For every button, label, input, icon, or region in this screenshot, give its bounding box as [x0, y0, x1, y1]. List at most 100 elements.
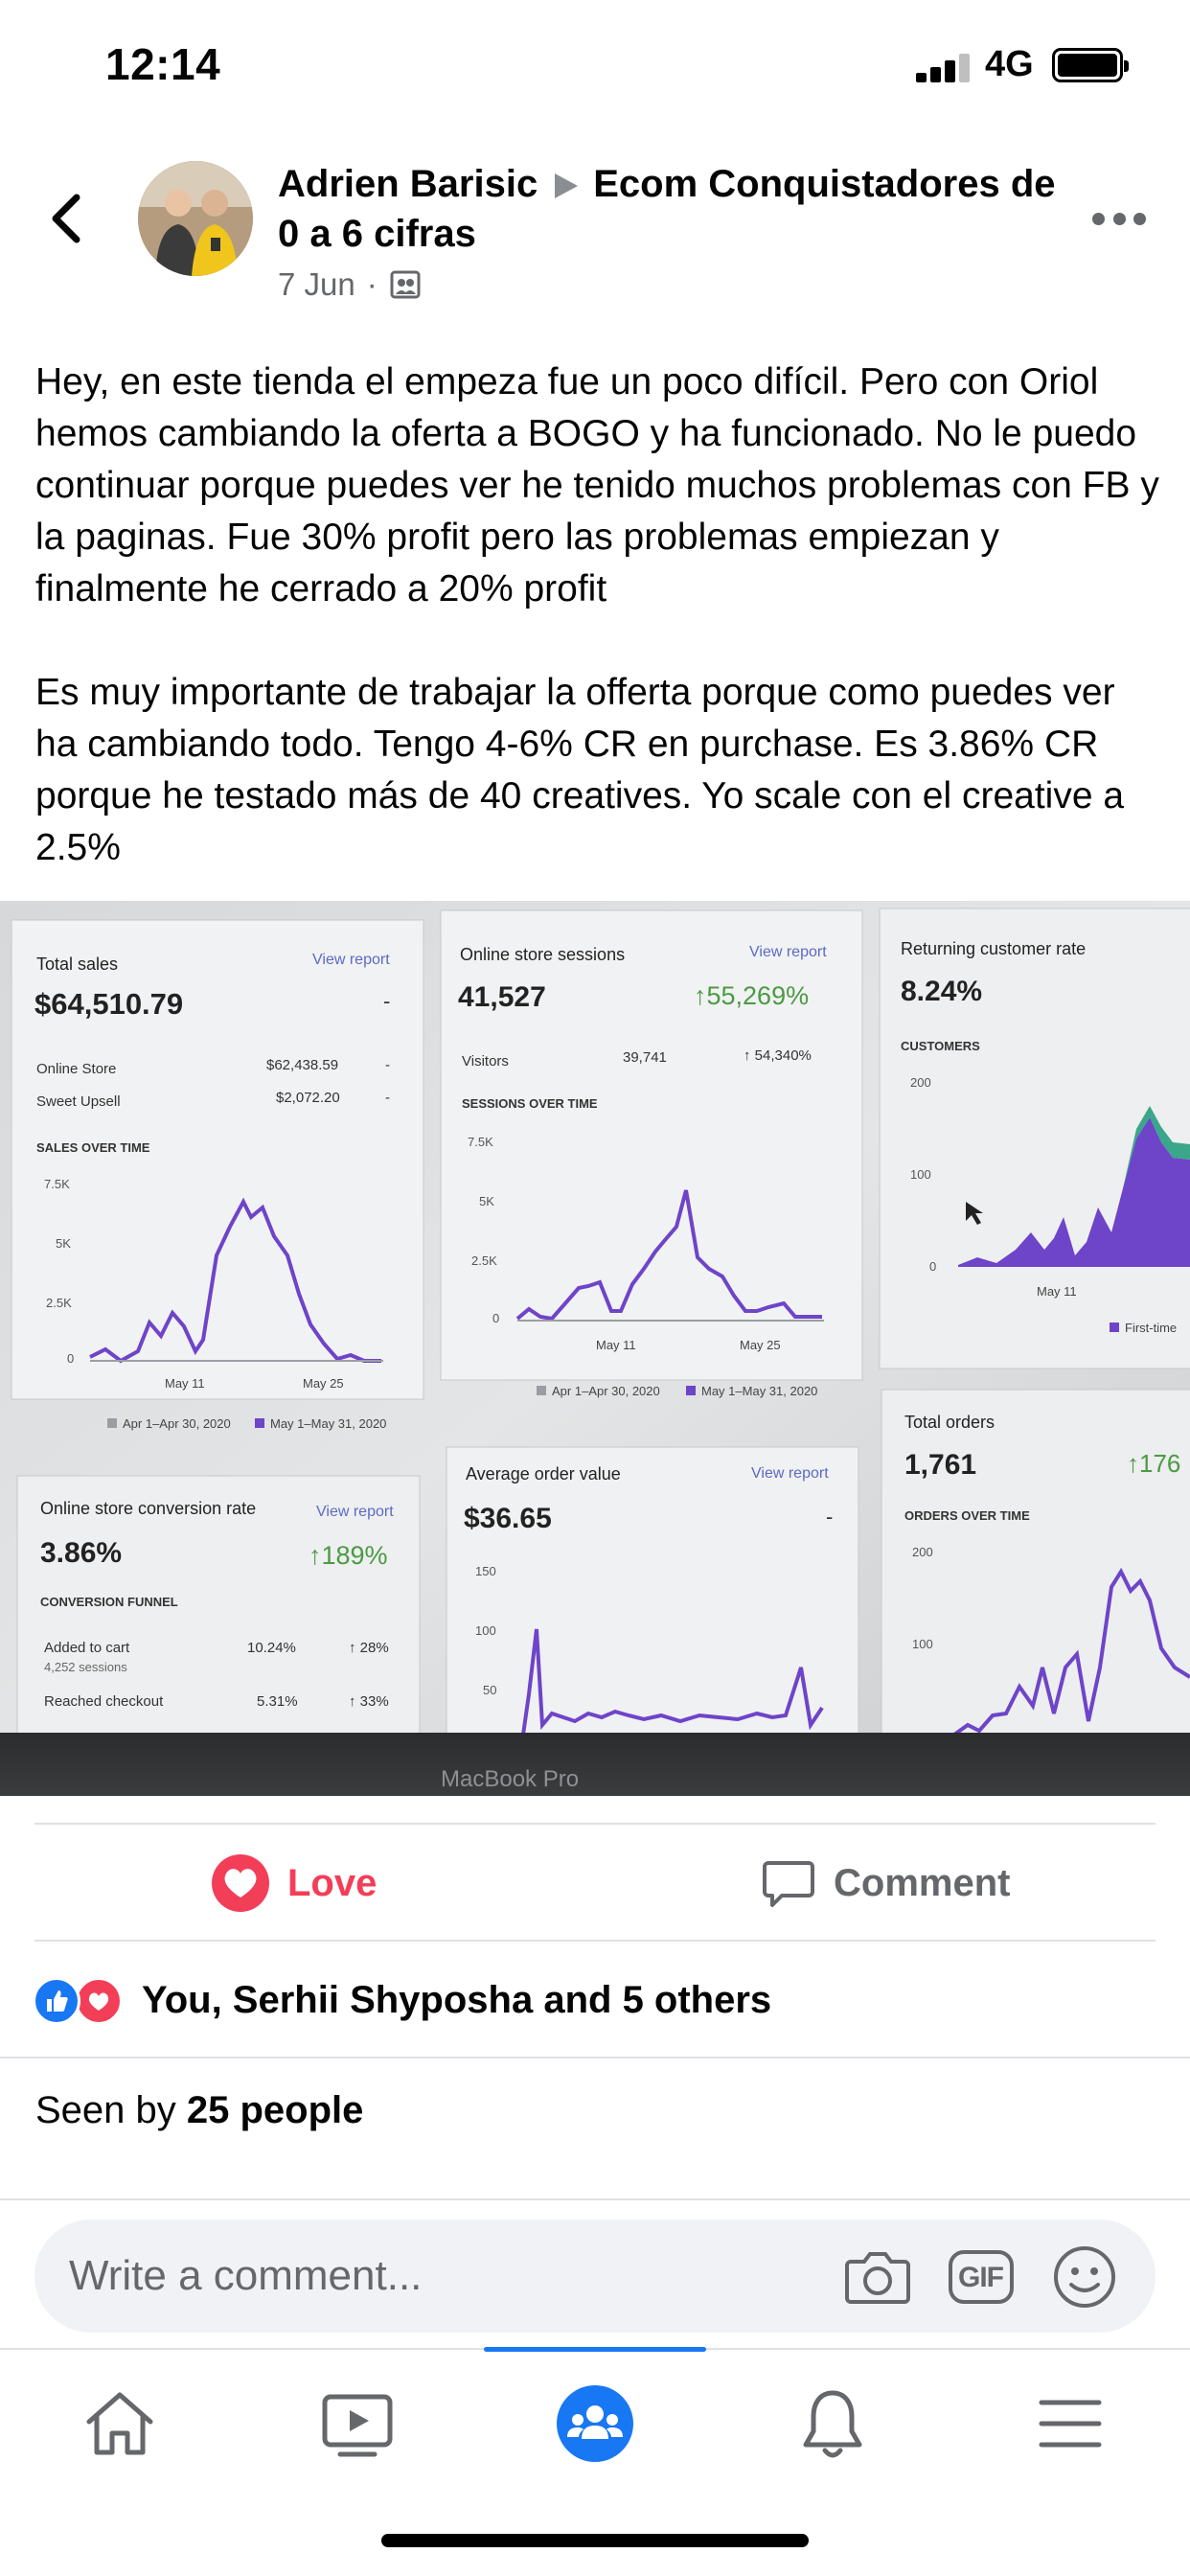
- orders-title: Total orders: [904, 1413, 995, 1432]
- total-sales-row-label: Sweet Upsell: [36, 1093, 121, 1110]
- returning-rate-title: Returning customer rate: [901, 939, 1086, 958]
- y-tick: 100: [910, 1167, 931, 1182]
- tab-notifications[interactable]: [780, 2371, 885, 2476]
- more-dots-icon: [1092, 213, 1105, 225]
- aov-title: Average order value: [466, 1464, 621, 1484]
- conversion-change: ↑189%: [309, 1541, 388, 1570]
- y-tick: 50: [483, 1683, 496, 1697]
- post-meta: 7 Jun ·: [278, 266, 422, 303]
- funnel-row-change: ↑ 28%: [349, 1640, 389, 1656]
- home-indicator[interactable]: [381, 2534, 809, 2547]
- group-members-icon: [390, 270, 421, 299]
- post-photo[interactable]: Total sales View report $64,510.79 - Onl…: [0, 901, 1190, 1796]
- y-tick: 100: [912, 1637, 933, 1651]
- orders-change: ↑176: [1127, 1449, 1180, 1478]
- funnel-row-value: 10.24%: [247, 1640, 296, 1656]
- conversion-value: 3.86%: [40, 1537, 122, 1569]
- x-tick: May 11: [1037, 1284, 1077, 1299]
- funnel-row-value: 5.31%: [257, 1693, 298, 1710]
- post-paragraph: Es muy importante de trabajar la offerta…: [35, 672, 1125, 868]
- sessions-view-report: View report: [749, 944, 827, 960]
- sessions-title: Online store sessions: [460, 945, 625, 964]
- seen-prefix: Seen by: [35, 2089, 187, 2131]
- sessions-over-time-label: SESSIONS OVER TIME: [462, 1096, 598, 1111]
- network-type: 4G: [985, 44, 1034, 84]
- comment-icon: [763, 1861, 814, 1907]
- orders-over-time-label: ORDERS OVER TIME: [904, 1508, 1030, 1523]
- legend-label: Apr 1–Apr 30, 2020: [552, 1384, 660, 1398]
- meta-separator: ·: [366, 266, 378, 302]
- divider: [34, 1940, 1156, 1942]
- orders-value: 1,761: [904, 1449, 976, 1481]
- visitors-change: ↑ 54,340%: [744, 1047, 812, 1064]
- divider: [0, 2198, 1190, 2200]
- comment-button[interactable]: Comment: [761, 1850, 1010, 1917]
- like-icon: [33, 1977, 80, 2025]
- sessions-value: 41,527: [458, 981, 546, 1013]
- gif-button[interactable]: GIF: [947, 2242, 1016, 2310]
- post-body: Hey, en este tienda el empeza fue un poc…: [35, 356, 1166, 926]
- y-tick: 2.5K: [471, 1254, 497, 1268]
- customers-label: CUSTOMERS: [901, 1039, 980, 1053]
- back-button[interactable]: [44, 190, 92, 247]
- conversion-funnel-label: CONVERSION FUNNEL: [40, 1595, 178, 1609]
- y-tick: 200: [912, 1545, 933, 1559]
- tab-menu[interactable]: [1018, 2371, 1123, 2476]
- status-bar: 12:14 4G: [0, 0, 1190, 134]
- love-label: Love: [287, 1861, 378, 1904]
- post-author-and-group: Adrien Barisic Ecom Conquistadores de 0 a…: [278, 159, 1064, 259]
- conversion-view-report: View report: [316, 1504, 394, 1520]
- total-sales-row-value: $2,072.20: [276, 1090, 340, 1106]
- tab-groups[interactable]: [542, 2371, 648, 2476]
- total-sales-row-change: -: [385, 1057, 390, 1073]
- comment-label: Comment: [834, 1861, 1011, 1904]
- y-tick: 7.5K: [468, 1135, 493, 1149]
- total-sales-row-change: -: [385, 1090, 390, 1106]
- menu-icon: [1039, 2400, 1102, 2448]
- comment-input[interactable]: Write a comment... GIF: [34, 2220, 1156, 2333]
- gif-label: GIF: [958, 2262, 1004, 2293]
- status-time: 12:14: [105, 39, 221, 89]
- tab-watch[interactable]: [305, 2371, 410, 2476]
- love-icon: [212, 1854, 269, 1912]
- seen-by[interactable]: Seen by 25 people: [35, 2089, 363, 2132]
- love-icon: [75, 1977, 123, 2025]
- shared-to-arrow-icon: [555, 173, 579, 199]
- y-tick: 200: [910, 1075, 931, 1090]
- funnel-row-change: ↑ 33%: [349, 1693, 389, 1710]
- author-avatar[interactable]: [138, 161, 253, 276]
- watch-icon: [322, 2394, 393, 2457]
- author-name[interactable]: Adrien Barisic: [278, 163, 538, 205]
- y-tick: 100: [475, 1623, 496, 1638]
- active-tab-indicator: [484, 2347, 706, 2352]
- reactions-summary[interactable]: You, Serhii Shyposha and 5 others: [33, 1974, 771, 2026]
- y-tick: 5K: [479, 1194, 494, 1208]
- visitors-value: 39,741: [623, 1049, 667, 1066]
- tab-home[interactable]: [67, 2371, 172, 2476]
- home-icon: [86, 2392, 153, 2455]
- laptop-bezel: [0, 1733, 1190, 1796]
- aov-change: -: [826, 1505, 833, 1529]
- funnel-row-sub: 4,252 sessions: [44, 1660, 127, 1674]
- y-tick: 7.5K: [44, 1177, 70, 1191]
- love-reaction-button[interactable]: Love: [211, 1850, 377, 1917]
- camera-icon[interactable]: [843, 2242, 912, 2310]
- total-sales-row-value: $62,438.59: [266, 1057, 338, 1073]
- x-tick: May 11: [165, 1376, 205, 1391]
- divider: [34, 1823, 1156, 1825]
- post-date[interactable]: 7 Jun: [278, 266, 355, 303]
- total-sales-change: -: [383, 989, 390, 1013]
- legend-label: May 1–May 31, 2020: [701, 1384, 817, 1398]
- funnel-row-label: Added to cart: [44, 1640, 130, 1656]
- y-tick: 0: [929, 1259, 936, 1274]
- sessions-change: ↑55,269%: [694, 981, 809, 1010]
- x-tick: May 11: [596, 1338, 636, 1352]
- x-tick: May 25: [303, 1376, 344, 1391]
- total-sales-view-report: View report: [312, 952, 390, 968]
- conversion-title: Online store conversion rate: [40, 1499, 256, 1518]
- total-sales-row-label: Online Store: [36, 1061, 116, 1077]
- y-tick: 150: [475, 1564, 496, 1578]
- legend-label: Apr 1–Apr 30, 2020: [123, 1416, 231, 1431]
- more-options-button[interactable]: [1092, 213, 1146, 226]
- sticker-icon[interactable]: [1050, 2242, 1119, 2310]
